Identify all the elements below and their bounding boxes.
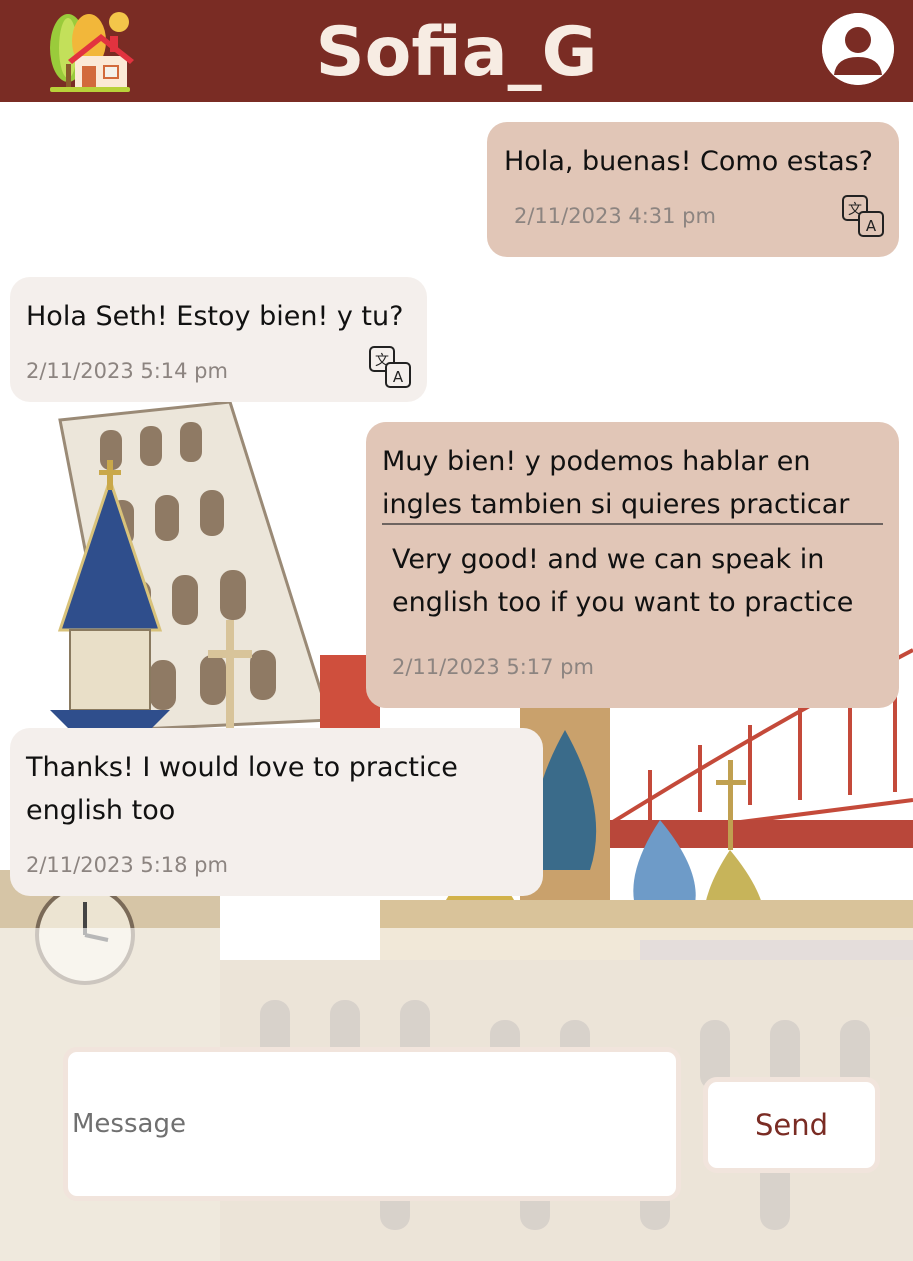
message-text: Hola, buenas! Como estas? xyxy=(504,146,874,177)
message-text-line-1: Muy bien! y podemos hablar en xyxy=(382,446,811,477)
svg-text:A: A xyxy=(866,217,877,235)
send-button[interactable]: Send xyxy=(703,1077,880,1173)
message-text-line-2: english too xyxy=(26,795,176,826)
translation-divider xyxy=(382,523,883,525)
message-bubble-outgoing-translated[interactable]: Muy bien! y podemos hablar en ingles tam… xyxy=(366,422,899,708)
message-timestamp: 2/11/2023 5:17 pm xyxy=(392,655,594,679)
translate-icon[interactable]: 文 A xyxy=(841,194,885,238)
message-text: Hola Seth! Estoy bien! y tu? xyxy=(26,301,404,332)
message-bubble-incoming[interactable]: Hola Seth! Estoy bien! y tu? 2/11/2023 5… xyxy=(10,277,427,402)
message-timestamp: 2/11/2023 5:18 pm xyxy=(26,853,228,877)
message-input-container xyxy=(63,1047,681,1201)
message-timestamp: 2/11/2023 4:31 pm xyxy=(514,204,716,228)
app-header: Sofia_G xyxy=(0,0,913,102)
translate-icon[interactable]: 文 A xyxy=(368,345,412,389)
message-text-line-1: Thanks! I would love to practice xyxy=(26,752,458,783)
message-text-line-2: ingles tambien si quieres practicar xyxy=(382,489,850,520)
user-avatar-icon xyxy=(822,13,894,85)
translation-text-line-2: english too if you want to practice xyxy=(392,587,854,618)
profile-button[interactable] xyxy=(822,13,894,85)
message-bubble-incoming[interactable]: Thanks! I would love to practice english… xyxy=(10,728,543,896)
message-timestamp: 2/11/2023 5:14 pm xyxy=(26,359,228,383)
translation-text-line-1: Very good! and we can speak in xyxy=(392,544,825,575)
message-input[interactable] xyxy=(68,1052,676,1196)
chat-partner-name: Sofia_G xyxy=(315,13,598,92)
message-bubble-outgoing[interactable]: Hola, buenas! Como estas? 2/11/2023 4:31… xyxy=(487,122,899,257)
svg-text:A: A xyxy=(393,368,404,386)
